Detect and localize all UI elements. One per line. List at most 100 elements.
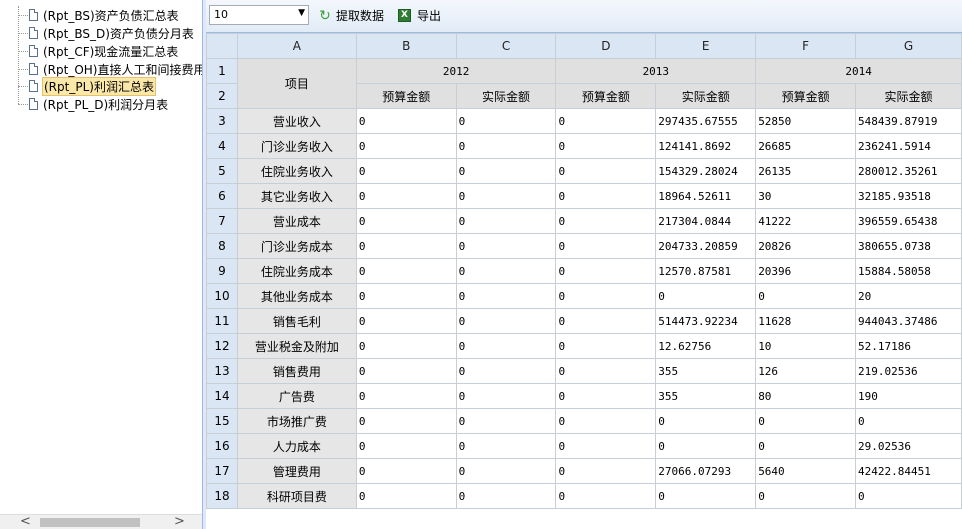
value-cell[interactable]: 18964.52611	[655, 183, 757, 209]
row-header[interactable]: 3	[206, 108, 238, 134]
value-cell[interactable]: 0	[455, 433, 557, 459]
value-cell[interactable]: 0	[555, 183, 657, 209]
row-header[interactable]: 7	[206, 208, 238, 234]
column-header[interactable]: C	[455, 33, 557, 59]
actual-header-cell[interactable]: 实际金额	[655, 83, 757, 109]
value-cell[interactable]: 20826	[755, 233, 856, 259]
tree-item-rpt-pl[interactable]: (Rpt_PL)利润汇总表	[18, 76, 156, 96]
column-header[interactable]: D	[555, 33, 657, 59]
item-label-cell[interactable]: 人力成本	[236, 433, 357, 459]
row-header[interactable]: 4	[206, 133, 238, 159]
item-label-cell[interactable]: 管理费用	[236, 458, 357, 484]
scroll-right-icon[interactable]: >	[174, 514, 185, 529]
row-header[interactable]: 16	[206, 433, 238, 459]
value-cell[interactable]: 0	[555, 108, 657, 134]
value-cell[interactable]: 380655.0738	[855, 233, 962, 259]
value-cell[interactable]: 11628	[755, 308, 856, 334]
item-label-cell[interactable]: 营业税金及附加	[236, 333, 357, 359]
row-header[interactable]: 17	[206, 458, 238, 484]
value-cell[interactable]: 204733.20859	[655, 233, 757, 259]
value-cell[interactable]: 0	[455, 183, 557, 209]
row-header[interactable]: 18	[206, 483, 238, 509]
tree-item-rpt-bs-d[interactable]: (Rpt_BS_D)资产负债分月表	[18, 24, 195, 42]
value-cell[interactable]: 154329.28024	[655, 158, 757, 184]
value-cell[interactable]: 0	[355, 383, 457, 409]
value-cell[interactable]: 0	[555, 283, 657, 309]
value-cell[interactable]: 0	[555, 233, 657, 259]
tree-item-rpt-pl-d[interactable]: (Rpt_PL_D)利润分月表	[18, 95, 169, 113]
value-cell[interactable]: 52.17186	[855, 333, 962, 359]
value-cell[interactable]: 0	[355, 408, 457, 434]
value-cell[interactable]: 80	[755, 383, 856, 409]
value-cell[interactable]: 0	[455, 483, 557, 509]
value-cell[interactable]: 0	[455, 308, 557, 334]
value-cell[interactable]: 126	[755, 358, 856, 384]
column-header[interactable]: E	[655, 33, 757, 59]
scroll-left-icon[interactable]: <	[20, 514, 31, 529]
item-label-cell[interactable]: 其它业务收入	[236, 183, 357, 209]
value-cell[interactable]: 0	[655, 283, 757, 309]
row-header[interactable]: 13	[206, 358, 238, 384]
value-cell[interactable]: 0	[555, 258, 657, 284]
tree-item-rpt-oh[interactable]: (Rpt_OH)直接人工和间接费用	[18, 60, 202, 78]
scrollbar-thumb[interactable]	[40, 518, 140, 527]
value-cell[interactable]: 0	[555, 308, 657, 334]
value-cell[interactable]: 0	[455, 208, 557, 234]
row-header[interactable]: 14	[206, 383, 238, 409]
value-cell[interactable]: 217304.0844	[655, 208, 757, 234]
value-cell[interactable]: 42422.84451	[855, 458, 962, 484]
item-label-cell[interactable]: 住院业务成本	[236, 258, 357, 284]
item-label-cell[interactable]: 广告费	[236, 383, 357, 409]
value-cell[interactable]: 0	[555, 383, 657, 409]
value-cell[interactable]: 0	[355, 283, 457, 309]
row-header[interactable]: 5	[206, 158, 238, 184]
value-cell[interactable]: 297435.67555	[655, 108, 757, 134]
row-header[interactable]: 15	[206, 408, 238, 434]
value-cell[interactable]: 0	[755, 433, 856, 459]
value-cell[interactable]: 0	[355, 133, 457, 159]
value-cell[interactable]: 0	[355, 483, 457, 509]
value-cell[interactable]: 0	[455, 233, 557, 259]
row-header[interactable]: 6	[206, 183, 238, 209]
value-cell[interactable]: 0	[355, 333, 457, 359]
value-cell[interactable]: 548439.87919	[855, 108, 962, 134]
corner-cell[interactable]	[206, 33, 238, 59]
value-cell[interactable]: 12570.87581	[655, 258, 757, 284]
value-cell[interactable]: 0	[555, 433, 657, 459]
value-cell[interactable]: 0	[555, 358, 657, 384]
value-cell[interactable]: 0	[455, 358, 557, 384]
value-cell[interactable]: 0	[555, 133, 657, 159]
value-cell[interactable]: 10	[755, 333, 856, 359]
item-label-cell[interactable]: 科研项目费	[236, 483, 357, 509]
row-header[interactable]: 2	[206, 83, 238, 109]
value-cell[interactable]: 41222	[755, 208, 856, 234]
item-label-cell[interactable]: 营业收入	[236, 108, 357, 134]
value-cell[interactable]: 396559.65438	[855, 208, 962, 234]
tree-item-rpt-cf[interactable]: (Rpt_CF)现金流量汇总表	[18, 42, 179, 60]
value-cell[interactable]: 944043.37486	[855, 308, 962, 334]
row-header[interactable]: 1	[206, 58, 238, 84]
row-header[interactable]: 12	[206, 333, 238, 359]
value-cell[interactable]: 355	[655, 383, 757, 409]
value-cell[interactable]: 27066.07293	[655, 458, 757, 484]
value-cell[interactable]: 32185.93518	[855, 183, 962, 209]
value-cell[interactable]: 219.02536	[855, 358, 962, 384]
value-cell[interactable]: 0	[455, 383, 557, 409]
actual-header-cell[interactable]: 实际金额	[455, 83, 557, 109]
value-cell[interactable]: 280012.35261	[855, 158, 962, 184]
page-size-select[interactable]: 10 ▼	[209, 5, 309, 25]
value-cell[interactable]: 0	[355, 258, 457, 284]
actual-header-cell[interactable]: 实际金额	[855, 83, 962, 109]
value-cell[interactable]: 0	[755, 483, 856, 509]
value-cell[interactable]: 0	[655, 433, 757, 459]
budget-header-cell[interactable]: 预算金额	[355, 83, 457, 109]
column-header[interactable]: A	[236, 33, 357, 59]
value-cell[interactable]: 0	[855, 483, 962, 509]
value-cell[interactable]: 0	[455, 458, 557, 484]
export-button[interactable]: X 导出	[398, 7, 441, 24]
item-header-cell[interactable]: 项目	[236, 58, 357, 109]
value-cell[interactable]: 0	[455, 258, 557, 284]
value-cell[interactable]: 5640	[755, 458, 856, 484]
value-cell[interactable]: 0	[355, 233, 457, 259]
value-cell[interactable]: 26685	[755, 133, 856, 159]
